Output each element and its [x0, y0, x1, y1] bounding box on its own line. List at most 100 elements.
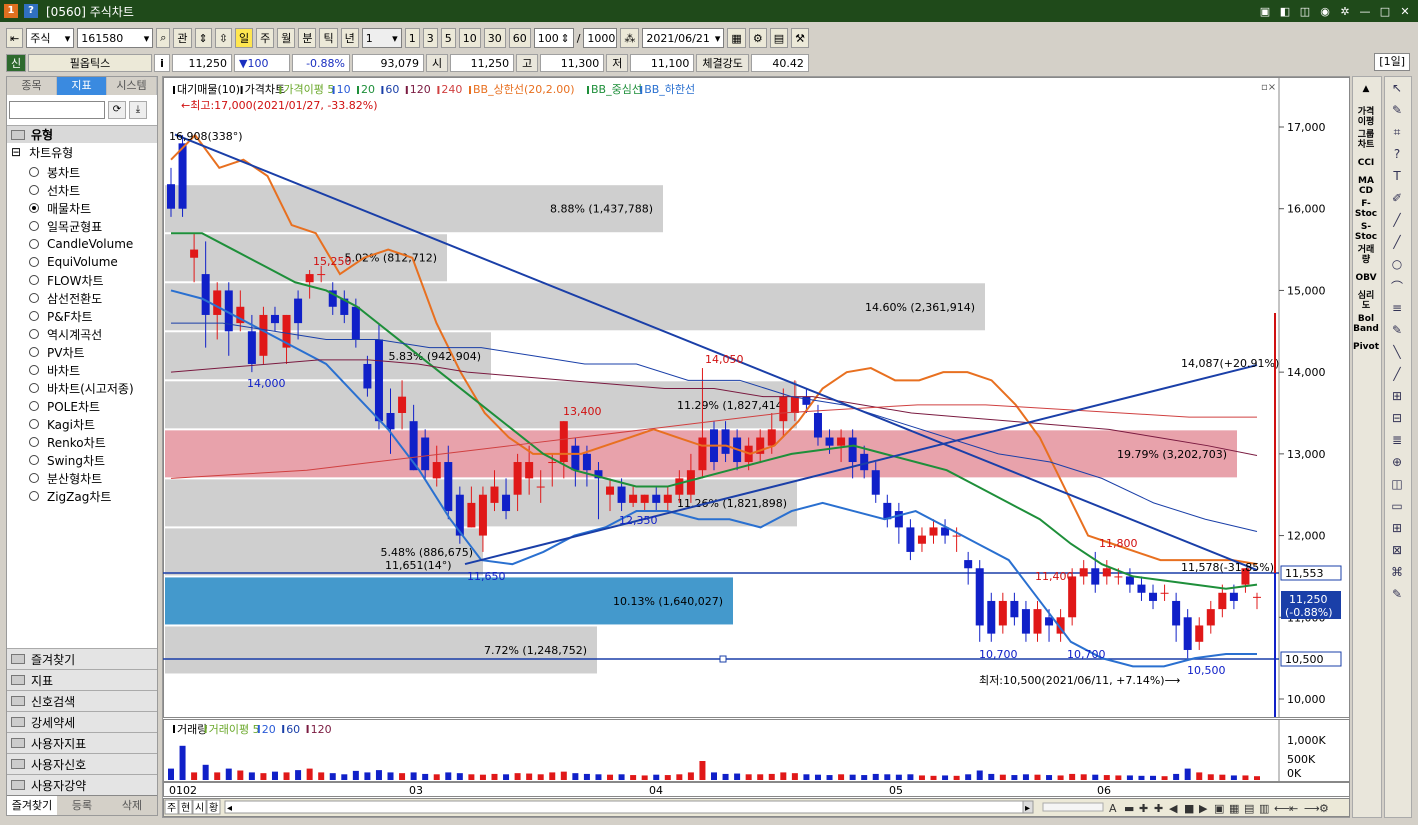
maximize-icon[interactable]: □: [1378, 5, 1392, 18]
table-icon[interactable]: ⊞: [1385, 517, 1409, 539]
chart-type-item[interactable]: PV차트: [29, 343, 157, 361]
indicator-button[interactable]: 심리 도: [1353, 289, 1379, 312]
chart-type-item[interactable]: FLOW차트: [29, 271, 157, 289]
download-icon[interactable]: ⤓: [129, 101, 147, 119]
chart-type-item[interactable]: P&F차트: [29, 307, 157, 325]
window-icon[interactable]: ◫: [1385, 473, 1409, 495]
interval-3[interactable]: 3: [422, 28, 438, 48]
group-chart-type[interactable]: ⊟ 차트유형: [7, 143, 157, 161]
save-icon[interactable]: ▤: [769, 28, 789, 48]
cross-icon[interactable]: ⊕: [1385, 451, 1409, 473]
diag-icon[interactable]: ╲: [1385, 341, 1409, 363]
help-icon[interactable]: ?: [1385, 143, 1409, 165]
interval-60[interactable]: 60: [508, 28, 531, 48]
radio-icon[interactable]: [29, 347, 39, 357]
spin-icon[interactable]: ⇳: [214, 28, 232, 48]
code-input[interactable]: 161580 ▾: [77, 28, 154, 48]
chart-type-item[interactable]: Renko차트: [29, 433, 157, 451]
radio-icon[interactable]: [29, 383, 39, 393]
stock-name[interactable]: 필옵틱스: [28, 54, 152, 72]
tools-icon[interactable]: ⚒: [791, 28, 809, 48]
tab-indicator[interactable]: 지표: [57, 77, 107, 95]
restore-icon[interactable]: ▣: [1258, 5, 1272, 18]
box-icon[interactable]: ⊟: [1385, 407, 1409, 429]
action-delete[interactable]: 삭제: [107, 796, 157, 815]
layout-icon[interactable]: ◫: [1298, 5, 1312, 18]
refresh-icon[interactable]: ⟳: [108, 101, 126, 119]
chart-type-item[interactable]: 바차트: [29, 361, 157, 379]
pencil-icon[interactable]: ✎: [1385, 319, 1409, 341]
tab-system[interactable]: 시스템: [107, 77, 157, 95]
left-folder-item[interactable]: 사용자강약: [7, 774, 157, 795]
date-input[interactable]: 2021/06/21 ▾: [642, 28, 725, 48]
bars-input[interactable]: 100 ⇕: [533, 28, 574, 48]
trendline-icon[interactable]: ╱: [1385, 231, 1409, 253]
radio-icon[interactable]: [29, 419, 39, 429]
window-icon[interactable]: ◧: [1278, 5, 1292, 18]
chart-type-item[interactable]: 삼선전환도: [29, 289, 157, 307]
circle-icon[interactable]: ○: [1385, 253, 1409, 275]
indicator-button[interactable]: F- Stoc: [1353, 197, 1379, 220]
action-register[interactable]: 등록: [57, 796, 107, 815]
chart-type-item[interactable]: Swing차트: [29, 451, 157, 469]
info-icon[interactable]: i: [154, 54, 170, 72]
chart-type-item[interactable]: 분산형차트: [29, 469, 157, 487]
indicator-button[interactable]: 거래 량: [1353, 243, 1379, 266]
left-folder-item[interactable]: 지표: [7, 669, 157, 690]
prev-icon[interactable]: ⇤: [6, 28, 24, 48]
minimize-icon[interactable]: —: [1358, 5, 1372, 18]
line-handle[interactable]: [719, 655, 727, 663]
period-year[interactable]: 년: [340, 28, 359, 48]
gear-icon[interactable]: ✲: [1338, 5, 1352, 18]
fib-icon[interactable]: ≡: [1385, 297, 1409, 319]
indicator-search-input[interactable]: [9, 101, 105, 119]
indicator-button[interactable]: 가격 이평: [1353, 105, 1379, 128]
zoom-slider[interactable]: [1042, 802, 1104, 812]
left-folder-item[interactable]: 사용자신호: [7, 753, 157, 774]
chart-type-item[interactable]: CandleVolume: [29, 235, 157, 253]
interval-1[interactable]: 1: [404, 28, 420, 48]
close-icon[interactable]: ✕: [1398, 5, 1412, 18]
radio-icon[interactable]: [29, 221, 39, 231]
line-icon[interactable]: ╱: [1385, 209, 1409, 231]
radio-icon[interactable]: [29, 185, 39, 195]
scroll-up-icon[interactable]: ▲: [1353, 77, 1379, 100]
cursor-icon[interactable]: ↖: [1385, 77, 1409, 99]
left-folder-item[interactable]: 사용자지표: [7, 732, 157, 753]
search-icon[interactable]: ⌕: [156, 28, 171, 48]
cmd-icon[interactable]: ⌘: [1385, 561, 1409, 583]
chart-type-item[interactable]: ZigZag차트: [29, 487, 157, 505]
tab-stock[interactable]: 종목: [7, 77, 57, 95]
channel-icon[interactable]: ╱: [1385, 363, 1409, 385]
camera-icon[interactable]: ◉: [1318, 5, 1332, 18]
period-month[interactable]: 월: [277, 28, 296, 48]
sync-icon[interactable]: ⇕: [194, 28, 212, 48]
left-folder-item[interactable]: 신호검색: [7, 690, 157, 711]
chart-type-item[interactable]: 선차트: [29, 181, 157, 199]
radio-icon[interactable]: [29, 239, 39, 249]
settings-icon[interactable]: ⚙: [748, 28, 767, 48]
indicator-button[interactable]: S- Stoc: [1353, 220, 1379, 243]
radio-icon[interactable]: [29, 491, 39, 501]
indicator-button[interactable]: MA CD: [1353, 174, 1379, 197]
chart-type-item[interactable]: POLE차트: [29, 397, 157, 415]
indicator-button[interactable]: CCI: [1353, 151, 1379, 174]
text-icon[interactable]: T: [1385, 165, 1409, 187]
brush-icon[interactable]: ✐: [1385, 187, 1409, 209]
pen-icon[interactable]: ✎: [1385, 99, 1409, 121]
levels-icon[interactable]: ≣: [1385, 429, 1409, 451]
radio-icon[interactable]: [29, 311, 39, 321]
scroll-track[interactable]: [224, 800, 1034, 814]
gwan-button[interactable]: 관: [173, 28, 192, 48]
chart-icon[interactable]: ⊠: [1385, 539, 1409, 561]
chart-area[interactable]: 17,00016,00015,00014,00013,00012,00011,0…: [162, 76, 1350, 818]
radio-icon[interactable]: [29, 401, 39, 411]
chart-icon[interactable]: ▦: [727, 28, 746, 48]
section-type[interactable]: 유형: [7, 125, 157, 143]
radio-icon[interactable]: [29, 257, 39, 267]
chart-type-item[interactable]: 봉차트: [29, 163, 157, 181]
period-week[interactable]: 주: [256, 28, 275, 48]
grid-icon[interactable]: ⊞: [1385, 385, 1409, 407]
count-select[interactable]: 1 ▾: [361, 28, 402, 48]
rect-icon[interactable]: ▭: [1385, 495, 1409, 517]
